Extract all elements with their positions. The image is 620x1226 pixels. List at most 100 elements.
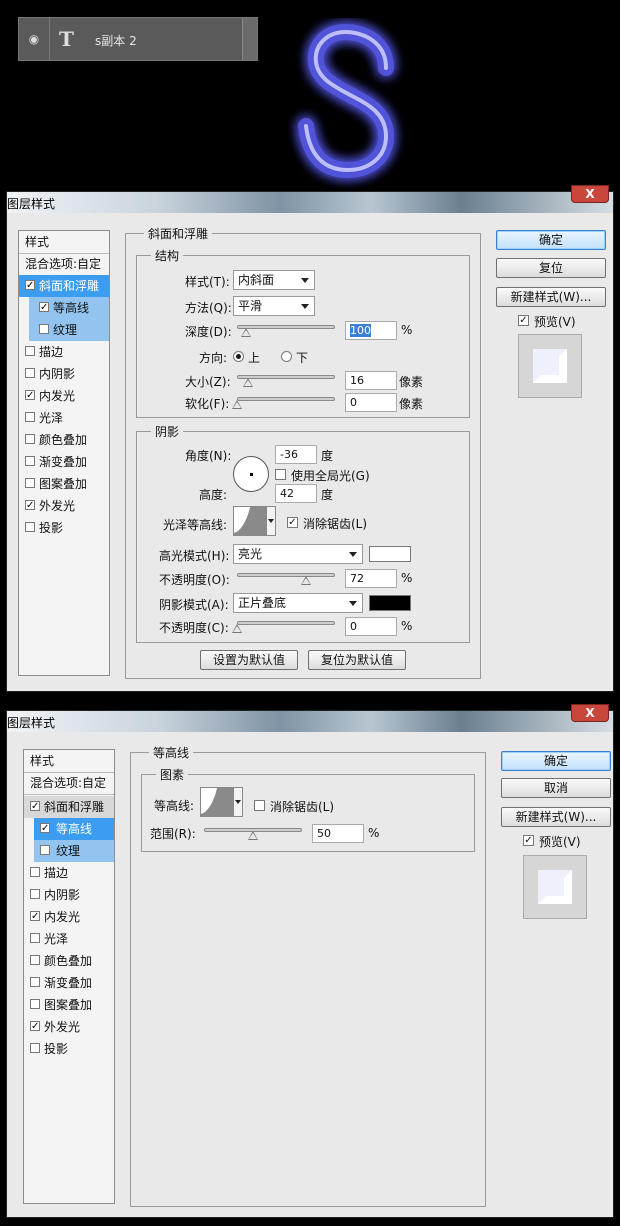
soften-slider[interactable] bbox=[237, 397, 335, 401]
cancel-button[interactable]: 取消 bbox=[501, 778, 611, 798]
style-item-drop-shadow[interactable]: 投影 bbox=[19, 517, 109, 539]
highlight-opacity-input[interactable]: 72 bbox=[345, 569, 397, 588]
title-bar[interactable]: 图层样式 X bbox=[7, 185, 613, 213]
depth-slider-thumb[interactable] bbox=[241, 328, 251, 337]
style-item-texture[interactable]: 纹理 bbox=[34, 840, 114, 862]
checkbox[interactable]: ✓ bbox=[30, 1021, 40, 1032]
shadow-color-swatch[interactable] bbox=[369, 595, 411, 611]
preview-checkbox[interactable]: ✓ bbox=[518, 315, 529, 326]
checkbox[interactable]: ✓ bbox=[30, 801, 40, 812]
size-input[interactable]: 16 bbox=[345, 371, 397, 390]
direction-down-radio[interactable] bbox=[281, 351, 292, 362]
ok-button[interactable]: 确定 bbox=[501, 751, 611, 771]
style-select[interactable]: 内斜面 bbox=[233, 270, 315, 290]
style-item-texture[interactable]: 纹理 bbox=[29, 319, 109, 341]
range-slider-thumb[interactable] bbox=[248, 831, 258, 840]
style-item-pattern-overlay[interactable]: 图案叠加 bbox=[24, 994, 114, 1016]
style-item-satin[interactable]: 光泽 bbox=[19, 407, 109, 429]
style-item-inner-glow[interactable]: ✓ 内发光 bbox=[24, 906, 114, 928]
eye-icon[interactable]: ◉ bbox=[27, 32, 41, 46]
soften-input[interactable]: 0 bbox=[345, 393, 397, 412]
technique-select[interactable]: 平滑 bbox=[233, 296, 315, 316]
checkbox[interactable] bbox=[25, 346, 35, 356]
blend-options[interactable]: 混合选项:自定 bbox=[19, 253, 109, 276]
gloss-contour-picker[interactable] bbox=[233, 506, 267, 536]
depth-slider[interactable] bbox=[237, 325, 335, 329]
style-item-gradient-overlay[interactable]: 渐变叠加 bbox=[24, 972, 114, 994]
contour-dropdown[interactable] bbox=[234, 787, 243, 817]
style-item-bevel[interactable]: ✓ 斜面和浮雕 bbox=[24, 796, 114, 818]
checkbox[interactable] bbox=[30, 955, 40, 965]
checkbox[interactable] bbox=[25, 522, 35, 532]
new-style-button[interactable]: 新建样式(W)... bbox=[501, 807, 611, 827]
angle-input[interactable]: -36 bbox=[275, 445, 317, 464]
style-item-gradient-overlay[interactable]: 渐变叠加 bbox=[19, 451, 109, 473]
title-bar[interactable]: 图层样式 X bbox=[7, 704, 613, 732]
size-slider-thumb[interactable] bbox=[243, 378, 253, 387]
checkbox[interactable] bbox=[30, 933, 40, 943]
shadow-opacity-thumb[interactable] bbox=[232, 624, 242, 633]
style-item-contour[interactable]: ✓ 等高线 bbox=[29, 297, 109, 319]
checkbox[interactable] bbox=[25, 368, 35, 378]
reset-default-button[interactable]: 复位为默认值 bbox=[308, 650, 406, 670]
style-item-inner-shadow[interactable]: 内阴影 bbox=[24, 884, 114, 906]
highlight-opacity-thumb[interactable] bbox=[301, 576, 311, 585]
style-item-satin[interactable]: 光泽 bbox=[24, 928, 114, 950]
checkbox[interactable]: ✓ bbox=[25, 280, 35, 291]
gloss-contour-dropdown[interactable] bbox=[267, 506, 276, 536]
checkbox[interactable] bbox=[25, 478, 35, 488]
global-light-checkbox[interactable] bbox=[275, 469, 286, 480]
style-item-color-overlay[interactable]: 颜色叠加 bbox=[24, 950, 114, 972]
checkbox[interactable] bbox=[25, 412, 35, 422]
style-item-stroke[interactable]: 描边 bbox=[19, 341, 109, 363]
style-item-outer-glow[interactable]: ✓ 外发光 bbox=[19, 495, 109, 517]
blend-options[interactable]: 混合选项:自定 bbox=[24, 772, 114, 795]
soften-slider-thumb[interactable] bbox=[232, 400, 242, 409]
checkbox[interactable]: ✓ bbox=[39, 302, 49, 313]
style-item-outer-glow[interactable]: ✓ 外发光 bbox=[24, 1016, 114, 1038]
close-button[interactable]: X bbox=[571, 185, 609, 203]
style-item-inner-glow[interactable]: ✓ 内发光 bbox=[19, 385, 109, 407]
checkbox[interactable] bbox=[25, 456, 35, 466]
checkbox[interactable] bbox=[30, 889, 40, 899]
layer-row[interactable]: ◉ T s副本 2 bbox=[18, 17, 258, 61]
ok-button[interactable]: 确定 bbox=[496, 230, 606, 250]
checkbox[interactable]: ✓ bbox=[25, 500, 35, 511]
angle-dial[interactable] bbox=[233, 456, 269, 492]
highlight-mode-select[interactable]: 亮光 bbox=[233, 544, 363, 564]
styles-header[interactable]: 样式 bbox=[19, 231, 109, 254]
altitude-input[interactable]: 42 bbox=[275, 484, 317, 503]
checkbox[interactable]: ✓ bbox=[40, 823, 50, 834]
antialias-checkbox[interactable] bbox=[254, 800, 265, 811]
reset-button[interactable]: 复位 bbox=[496, 258, 606, 278]
contour-picker[interactable] bbox=[200, 787, 234, 817]
checkbox[interactable] bbox=[30, 867, 40, 877]
checkbox[interactable] bbox=[30, 977, 40, 987]
style-item-stroke[interactable]: 描边 bbox=[24, 862, 114, 884]
checkbox[interactable] bbox=[40, 845, 50, 855]
checkbox[interactable]: ✓ bbox=[30, 911, 40, 922]
highlight-opacity-slider[interactable] bbox=[237, 573, 335, 577]
set-default-button[interactable]: 设置为默认值 bbox=[200, 650, 298, 670]
style-item-drop-shadow[interactable]: 投影 bbox=[24, 1038, 114, 1060]
checkbox[interactable]: ✓ bbox=[25, 390, 35, 401]
antialias-checkbox[interactable]: ✓ bbox=[287, 517, 298, 528]
style-item-pattern-overlay[interactable]: 图案叠加 bbox=[19, 473, 109, 495]
shadow-mode-select[interactable]: 正片叠底 bbox=[233, 593, 363, 613]
highlight-color-swatch[interactable] bbox=[369, 546, 411, 562]
checkbox[interactable] bbox=[25, 434, 35, 444]
depth-input[interactable]: 100 bbox=[345, 321, 397, 340]
shadow-opacity-slider[interactable] bbox=[237, 621, 335, 625]
shadow-opacity-input[interactable]: 0 bbox=[345, 617, 397, 636]
styles-header[interactable]: 样式 bbox=[24, 750, 114, 773]
checkbox[interactable] bbox=[30, 1043, 40, 1053]
checkbox[interactable] bbox=[30, 999, 40, 1009]
preview-checkbox[interactable]: ✓ bbox=[523, 835, 534, 846]
style-item-inner-shadow[interactable]: 内阴影 bbox=[19, 363, 109, 385]
direction-up-radio[interactable] bbox=[233, 351, 244, 362]
close-button[interactable]: X bbox=[571, 704, 609, 722]
scroll-handle[interactable] bbox=[242, 18, 257, 60]
style-item-color-overlay[interactable]: 颜色叠加 bbox=[19, 429, 109, 451]
style-item-bevel[interactable]: ✓ 斜面和浮雕 bbox=[19, 275, 109, 297]
range-input[interactable]: 50 bbox=[312, 824, 364, 843]
